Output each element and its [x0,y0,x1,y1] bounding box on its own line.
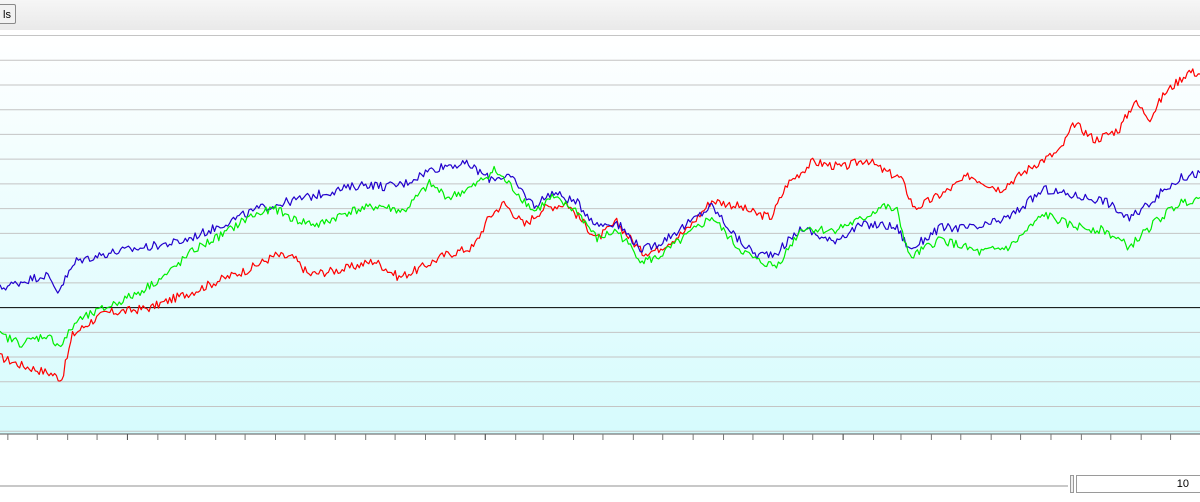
range-scroll-track[interactable] [0,485,1068,487]
range-handle[interactable] [1070,475,1074,493]
line-chart: 202120222023 [0,30,1200,440]
plot-background [0,30,1200,434]
chart-toolbar: ls [0,0,1200,31]
range-input[interactable]: 10 [1076,475,1200,493]
tools-button[interactable]: ls [0,4,16,24]
